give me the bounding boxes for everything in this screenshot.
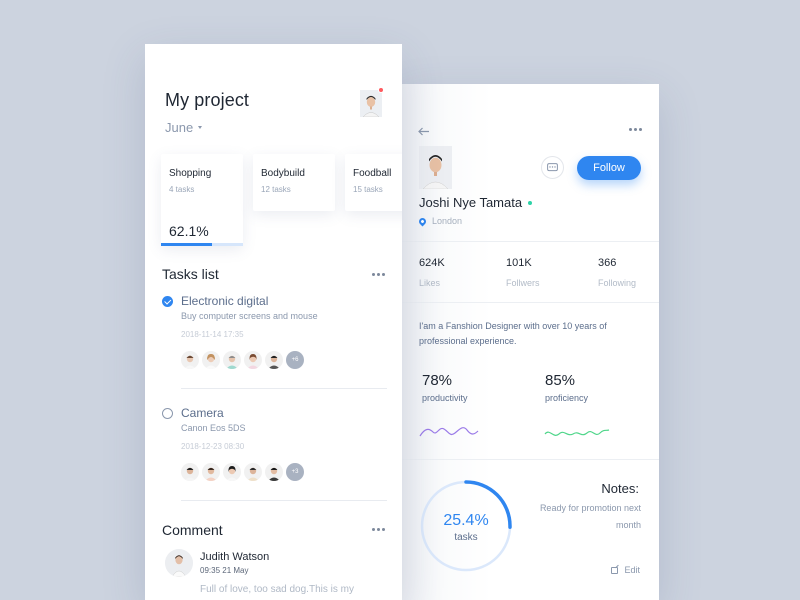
proficiency-sparkline xyxy=(544,429,610,436)
edit-icon xyxy=(611,566,619,574)
stat-following[interactable]: 366 Following xyxy=(598,257,636,288)
category-name: Bodybuild xyxy=(261,168,305,179)
chevron-down-icon xyxy=(198,126,203,129)
comment-time: 09:35 21 May xyxy=(200,566,249,575)
category-name: Foodball xyxy=(353,168,392,179)
more-members-badge[interactable]: +6 xyxy=(286,351,304,369)
comment-title: Comment xyxy=(162,522,223,538)
metric-label: productivity xyxy=(422,393,468,403)
category-card-foodball[interactable]: Foodball 15 tasks xyxy=(345,154,402,211)
member-avatar xyxy=(244,351,262,369)
more-dots-icon[interactable] xyxy=(372,273,385,276)
task-title: Camera xyxy=(181,406,224,420)
profile-avatar[interactable] xyxy=(419,146,452,189)
edit-label: Edit xyxy=(624,565,640,575)
check-circle-icon[interactable] xyxy=(162,296,173,307)
metric-productivity: 78% productivity xyxy=(422,372,468,403)
metric-value: 85% xyxy=(545,372,576,389)
metric-value: 78% xyxy=(422,372,453,389)
member-avatar xyxy=(181,463,199,481)
category-card-shopping[interactable]: Shopping 4 tasks 62.1% xyxy=(161,154,243,246)
stat-value: 366 xyxy=(598,257,617,269)
category-name: Shopping xyxy=(169,168,212,179)
follow-button[interactable]: Follow xyxy=(577,156,641,180)
notification-badge xyxy=(378,87,384,93)
task-subtitle: Buy computer screens and mouse xyxy=(181,311,318,321)
member-avatar xyxy=(202,351,220,369)
location-pin-icon xyxy=(417,216,428,226)
task-title: Electronic digital xyxy=(181,294,269,308)
avatar[interactable] xyxy=(360,90,382,117)
stat-value: 101K xyxy=(506,257,532,269)
comment-text: Full of love, too sad dog.This is my xyxy=(200,584,354,595)
stat-label: Follwers xyxy=(506,278,540,288)
stat-label: Following xyxy=(598,278,637,288)
page-title: My project xyxy=(165,90,250,110)
member-avatar xyxy=(265,463,283,481)
task-item[interactable]: Camera Canon Eos 5DS 2018-12-23 08:30 +3 xyxy=(162,406,387,506)
metric-label: proficiency xyxy=(545,393,589,403)
month-dropdown[interactable]: June xyxy=(165,120,203,135)
circle-icon[interactable] xyxy=(162,408,173,419)
notes-title: Notes: xyxy=(601,481,639,496)
member-avatar xyxy=(181,351,199,369)
stat-likes[interactable]: 624K Likes xyxy=(419,257,445,288)
avatar[interactable] xyxy=(165,549,193,577)
more-members-badge[interactable]: +3 xyxy=(286,463,304,481)
stat-label: Likes xyxy=(419,278,441,288)
message-button[interactable] xyxy=(541,156,564,179)
member-avatar xyxy=(265,351,283,369)
task-subtitle: Canon Eos 5DS xyxy=(181,423,246,433)
profile-name: Joshi Nye Tamata xyxy=(419,195,523,210)
category-count: 12 tasks xyxy=(261,185,291,194)
location-label: London xyxy=(432,216,463,226)
profile-name-row: Joshi Nye Tamata xyxy=(419,195,533,210)
arrow-left-icon[interactable] xyxy=(418,124,430,139)
member-avatar xyxy=(202,463,220,481)
comment-author: Judith Watson xyxy=(200,551,270,563)
stat-value: 624K xyxy=(419,257,445,269)
edit-button[interactable]: Edit xyxy=(611,565,640,575)
task-date: 2018-11-14 17:35 xyxy=(181,330,244,339)
tasks-label: tasks xyxy=(454,532,478,543)
divider xyxy=(402,241,659,242)
profile-card: Follow Joshi Nye Tamata London 624K Like… xyxy=(402,84,659,600)
notes-text: Ready for promotion next month xyxy=(539,503,641,530)
task-members: +3 xyxy=(181,463,304,481)
member-avatar xyxy=(223,463,241,481)
productivity-sparkline xyxy=(419,427,479,437)
divider xyxy=(181,500,387,501)
task-date: 2018-12-23 08:30 xyxy=(181,442,245,451)
more-dots-icon[interactable] xyxy=(372,528,385,531)
divider xyxy=(402,459,659,460)
message-icon xyxy=(547,162,558,171)
category-percent: 62.1% xyxy=(169,223,209,239)
project-card: My project June Shopping 4 tasks 62.1% B… xyxy=(145,44,402,600)
online-status-dot xyxy=(528,200,533,205)
profile-bio: I'am a Fanshion Designer with over 10 ye… xyxy=(419,321,607,346)
month-label: June xyxy=(165,120,194,135)
tasks-percent: 25.4% xyxy=(443,512,489,529)
category-count: 4 tasks xyxy=(169,185,195,194)
divider xyxy=(402,302,659,303)
member-avatar xyxy=(244,463,262,481)
metric-proficiency: 85% proficiency xyxy=(545,372,588,403)
category-count: 15 tasks xyxy=(353,185,383,194)
stat-followers[interactable]: 101K Follwers xyxy=(506,257,540,288)
member-avatar xyxy=(223,351,241,369)
tasks-list-title: Tasks list xyxy=(162,266,219,282)
divider xyxy=(181,388,387,389)
progress-bar-fill xyxy=(161,243,212,246)
category-card-bodybuild[interactable]: Bodybuild 12 tasks xyxy=(253,154,335,211)
profile-location: London xyxy=(417,216,463,226)
more-dots-icon[interactable] xyxy=(629,128,642,131)
task-item[interactable]: Electronic digital Buy computer screens … xyxy=(162,294,387,394)
task-members: +6 xyxy=(181,351,304,369)
